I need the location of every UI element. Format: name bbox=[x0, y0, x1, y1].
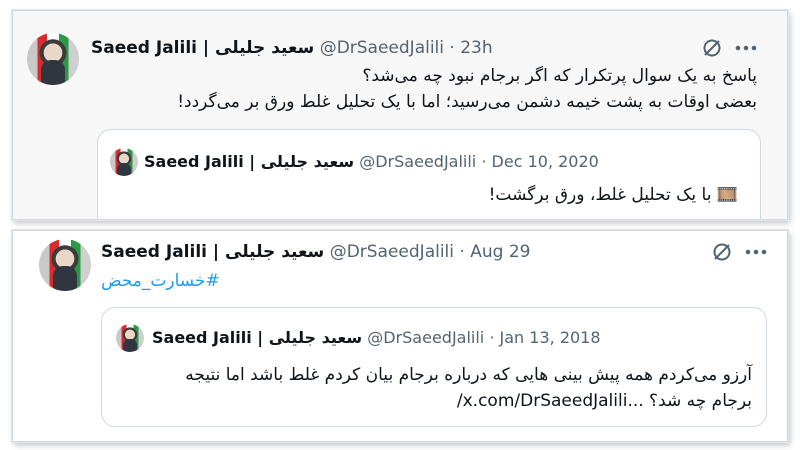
tweet-card[interactable]: Saeed Jalili | سعید جلیلی @DrSaeedJalili… bbox=[12, 10, 788, 220]
hashtag-link[interactable]: #خسارت_محض bbox=[101, 268, 220, 294]
separator-dot: · bbox=[481, 152, 487, 171]
quoted-author-name[interactable]: Saeed Jalili | سعید جلیلی bbox=[152, 328, 362, 347]
author-name[interactable]: Saeed Jalili | سعید جلیلی bbox=[91, 38, 314, 58]
author-name[interactable]: Saeed Jalili | سعید جلیلی bbox=[101, 242, 324, 262]
quoted-author-name[interactable]: Saeed Jalili | سعید جلیلی bbox=[144, 152, 354, 171]
quoted-tweet-timestamp[interactable]: Jan 13, 2018 bbox=[500, 328, 601, 347]
quoted-tweet-text-line: آرزو می‌کردم همه پیش بینی هایی که درباره… bbox=[185, 365, 752, 385]
separator-dot: · bbox=[489, 328, 495, 347]
separator-dot: · bbox=[459, 242, 465, 262]
quoted-tweet[interactable]: Saeed Jalili | سعید جلیلی @DrSaeedJalili… bbox=[101, 307, 767, 427]
quoted-tweet-text-line[interactable]: برجام چه شد؟ ...x.com/DrSaeedJalili/ bbox=[457, 388, 752, 414]
avatar[interactable] bbox=[39, 239, 91, 291]
quoted-tweet-text: 🎞️ با یک تحلیل غلط، ورق برگشت! bbox=[488, 185, 738, 205]
more-icon[interactable] bbox=[735, 45, 757, 51]
quoted-author-handle[interactable]: @DrSaeedJalili bbox=[359, 152, 476, 171]
tweet-text-line: پاسخ به یک سوال پرتکرار که اگر برجام نبو… bbox=[362, 66, 757, 86]
tweet-text-line: بعضی اوقات به پشت خیمه دشمن می‌رسید؛ اما… bbox=[177, 92, 757, 112]
tweet-header: Saeed Jalili | سعید جلیلی @DrSaeedJalili… bbox=[101, 241, 530, 263]
tweet-header: Saeed Jalili | سعید جلیلی @DrSaeedJalili… bbox=[91, 37, 493, 59]
quoted-tweet-header: Saeed Jalili | سعید جلیلی @DrSaeedJalili… bbox=[152, 327, 601, 349]
author-handle[interactable]: @DrSaeedJalili bbox=[330, 242, 454, 262]
more-icon[interactable] bbox=[745, 249, 767, 255]
avatar[interactable] bbox=[110, 148, 138, 176]
tweet-timestamp[interactable]: 23h bbox=[460, 38, 492, 58]
quoted-author-handle[interactable]: @DrSaeedJalili bbox=[367, 328, 484, 347]
quoted-tweet[interactable]: Saeed Jalili | سعید جلیلی @DrSaeedJalili… bbox=[97, 129, 761, 219]
avatar[interactable] bbox=[116, 324, 144, 352]
quoted-tweet-header: Saeed Jalili | سعید جلیلی @DrSaeedJalili… bbox=[144, 151, 599, 173]
grok-icon[interactable] bbox=[711, 241, 733, 263]
avatar[interactable] bbox=[27, 33, 79, 85]
quoted-tweet-timestamp[interactable]: Dec 10, 2020 bbox=[492, 152, 599, 171]
tweet-timestamp[interactable]: Aug 29 bbox=[470, 242, 530, 262]
grok-icon[interactable] bbox=[701, 37, 723, 59]
author-handle[interactable]: @DrSaeedJalili bbox=[320, 38, 444, 58]
separator-dot: · bbox=[449, 38, 455, 58]
tweet-card[interactable]: Saeed Jalili | سعید جلیلی @DrSaeedJalili… bbox=[12, 230, 788, 442]
